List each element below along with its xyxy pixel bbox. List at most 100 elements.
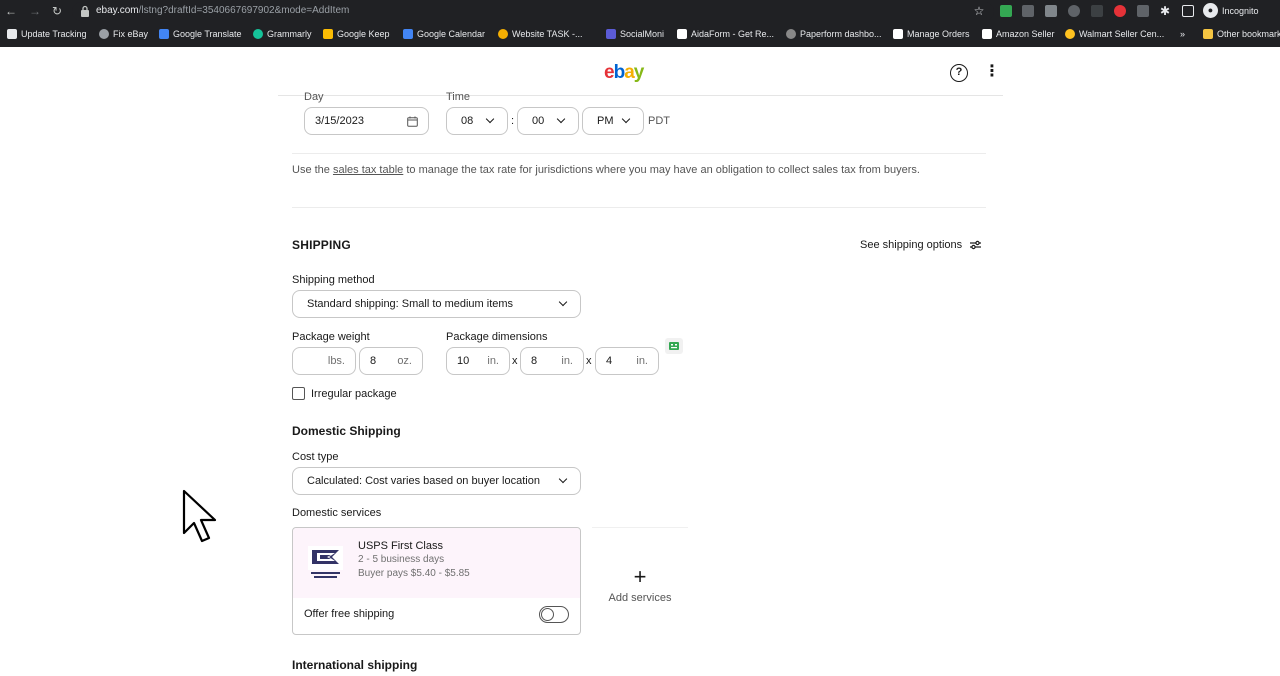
offer-free-shipping-toggle[interactable] bbox=[539, 606, 569, 623]
sales-tax-text: Use the sales tax table to manage the ta… bbox=[292, 164, 920, 176]
bookmark-item[interactable]: Google Translate bbox=[159, 29, 242, 39]
more-options-icon[interactable]: ⋮ bbox=[984, 64, 1000, 82]
bookmark-item[interactable]: Fix eBay bbox=[99, 29, 148, 39]
incognito-badge[interactable]: ● Incognito bbox=[1203, 3, 1259, 18]
add-services-label: Add services bbox=[608, 592, 672, 604]
toggle-knob bbox=[541, 608, 554, 621]
timezone-label: PDT bbox=[648, 115, 670, 127]
ampm-select[interactable]: PM bbox=[582, 107, 644, 135]
bookmark-item[interactable]: AidaForm - Get Re... bbox=[677, 29, 774, 39]
time-separator: : bbox=[511, 115, 515, 127]
keyboard-extension-icon[interactable] bbox=[665, 338, 683, 354]
star-icon[interactable]: ☆ bbox=[971, 3, 987, 19]
divider bbox=[292, 207, 986, 208]
extension-icon[interactable] bbox=[1137, 5, 1149, 17]
bookmark-folder[interactable]: Other bookmarks bbox=[1203, 29, 1280, 39]
minute-select[interactable]: 00 bbox=[517, 107, 579, 135]
service-name: USPS First Class bbox=[358, 540, 443, 552]
bookmark-icon bbox=[7, 29, 17, 39]
date-picker[interactable]: 3/15/2023 bbox=[304, 107, 429, 135]
international-shipping-title: International shipping bbox=[292, 658, 418, 672]
bookmark-item[interactable]: Walmart Seller Cen... bbox=[1065, 29, 1164, 39]
bookmark-item[interactable]: SocialMoni bbox=[606, 29, 664, 39]
forward-icon[interactable]: → bbox=[27, 3, 43, 19]
see-shipping-options-button[interactable]: See shipping options bbox=[860, 239, 982, 251]
bookmark-item[interactable]: Google Calendar bbox=[403, 29, 485, 39]
offer-free-shipping-label: Offer free shipping bbox=[304, 608, 395, 620]
length-input[interactable]: 10 in. bbox=[446, 347, 510, 375]
bookmarks-bar: Update Tracking Fix eBay Google Translat… bbox=[0, 25, 1280, 45]
side-panel-icon[interactable] bbox=[1182, 5, 1194, 17]
extension-icon[interactable] bbox=[1022, 5, 1034, 17]
bookmark-item[interactable]: Website TASK -... bbox=[498, 29, 583, 39]
irregular-package-label: Irregular package bbox=[311, 388, 397, 400]
back-icon[interactable]: ← bbox=[3, 3, 19, 19]
weight-oz-input[interactable]: 8 oz. bbox=[359, 347, 423, 375]
translate-icon bbox=[159, 29, 169, 39]
paperform-icon bbox=[786, 29, 796, 39]
shipping-method-select[interactable]: Standard shipping: Small to medium items bbox=[292, 290, 581, 318]
domestic-shipping-title: Domestic Shipping bbox=[292, 424, 401, 438]
bookmarks-overflow-icon[interactable]: » bbox=[1180, 29, 1185, 39]
toolbar: ← → ↻ ebay.com/lstng?draftId=35406676979… bbox=[0, 0, 1280, 23]
chevron-down-icon bbox=[621, 114, 631, 124]
shipping-method-label: Shipping method bbox=[292, 274, 375, 286]
extension-icon[interactable] bbox=[1114, 5, 1126, 17]
height-input[interactable]: 4 in. bbox=[595, 347, 659, 375]
amazon-icon bbox=[982, 29, 992, 39]
mouse-cursor-icon bbox=[182, 489, 217, 543]
package-dimensions-label: Package dimensions bbox=[446, 331, 548, 343]
sales-tax-table-link[interactable]: sales tax table bbox=[333, 164, 403, 176]
calendar-icon[interactable] bbox=[407, 116, 418, 127]
help-icon[interactable]: ? bbox=[950, 64, 968, 82]
dimension-separator: x bbox=[586, 355, 592, 367]
bookmark-item[interactable]: Manage Orders bbox=[893, 29, 970, 39]
extension-icon[interactable] bbox=[1091, 5, 1103, 17]
folder-icon bbox=[1203, 29, 1213, 39]
weight-lbs-input[interactable]: lbs. bbox=[292, 347, 356, 375]
keep-icon bbox=[323, 29, 333, 39]
service-card-usps-first-class[interactable]: USPS First Class 2 - 5 business days Buy… bbox=[292, 527, 581, 635]
chevron-down-icon bbox=[558, 474, 568, 484]
bookmark-item[interactable]: Amazon Seller bbox=[982, 29, 1055, 39]
service-delivery-days: 2 - 5 business days bbox=[358, 554, 445, 565]
cost-type-select[interactable]: Calculated: Cost varies based on buyer l… bbox=[292, 467, 581, 495]
puzzle-icon[interactable]: ✱ bbox=[1157, 3, 1173, 19]
package-weight-label: Package weight bbox=[292, 331, 370, 343]
domestic-services-label: Domestic services bbox=[292, 507, 382, 519]
width-input[interactable]: 8 in. bbox=[520, 347, 584, 375]
bookmark-item[interactable]: Google Keep bbox=[323, 29, 390, 39]
bookmark-item[interactable]: Grammarly bbox=[253, 29, 312, 39]
day-label: Day bbox=[304, 91, 324, 103]
bookmark-item[interactable]: Paperform dashbo... bbox=[786, 29, 882, 39]
date-value: 3/15/2023 bbox=[315, 115, 364, 127]
bookmark-item[interactable]: Update Tracking bbox=[7, 29, 87, 39]
cost-type-label: Cost type bbox=[292, 451, 339, 463]
reload-icon[interactable]: ↻ bbox=[49, 3, 65, 19]
extension-icon[interactable] bbox=[1045, 5, 1057, 17]
extension-icon[interactable] bbox=[1068, 5, 1080, 17]
extension-icon[interactable] bbox=[1000, 5, 1012, 17]
service-card-header: USPS First Class 2 - 5 business days Buy… bbox=[293, 528, 580, 598]
grammarly-icon bbox=[253, 29, 263, 39]
sliders-icon bbox=[970, 240, 982, 250]
usps-logo-icon bbox=[308, 546, 343, 578]
browser-chrome: ← → ↻ ebay.com/lstng?draftId=35406676979… bbox=[0, 0, 1280, 47]
incognito-icon: ● bbox=[1203, 3, 1218, 18]
walmart-icon bbox=[1065, 29, 1075, 39]
ebay-listing-page: ebay ? ⋮ Day Time 3/15/2023 08 : 00 PM P… bbox=[0, 47, 1280, 676]
irregular-package-checkbox[interactable] bbox=[292, 387, 305, 400]
chevron-down-icon bbox=[558, 297, 568, 307]
lock-icon bbox=[81, 5, 89, 17]
dimension-separator: x bbox=[512, 355, 518, 367]
chevron-down-icon bbox=[556, 114, 566, 124]
ebay-header: ebay ? ⋮ bbox=[278, 47, 1003, 96]
url-text: ebay.com/lstng?draftId=3540667697902&mod… bbox=[96, 5, 350, 16]
hour-select[interactable]: 08 bbox=[446, 107, 508, 135]
amazon-icon bbox=[893, 29, 903, 39]
add-services-button[interactable]: + Add services bbox=[592, 527, 688, 635]
ebay-logo[interactable]: ebay bbox=[604, 62, 644, 84]
socialmoni-icon bbox=[606, 29, 616, 39]
address-bar[interactable]: ebay.com/lstng?draftId=3540667697902&mod… bbox=[72, 2, 994, 21]
smiley-icon bbox=[498, 29, 508, 39]
